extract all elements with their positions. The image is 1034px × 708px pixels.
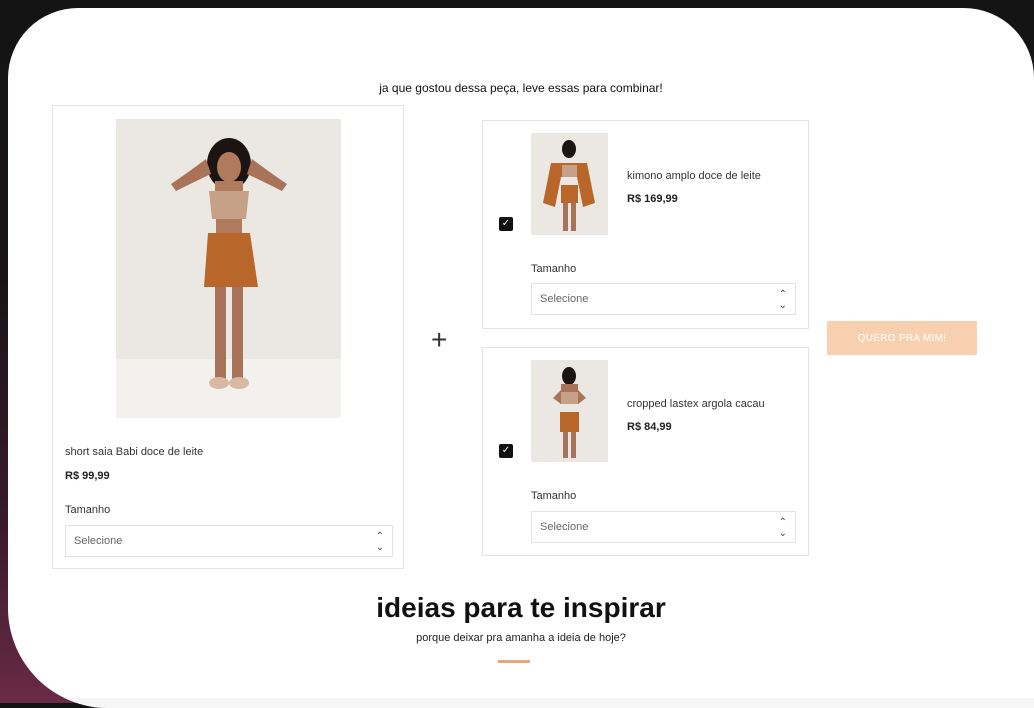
recommendation-2-image[interactable] [531, 360, 608, 462]
inspire-subtitle: porque deixar pra amanha a ideia de hoje… [416, 632, 626, 644]
main-product-image[interactable] [116, 119, 341, 418]
recommendation-2-size-select-value: Selecione [540, 521, 589, 533]
plus-icon: + [431, 324, 448, 355]
recommendation-1-size-label: Tamanho [531, 263, 577, 275]
inspire-divider [498, 660, 530, 663]
select-arrows-icon: ⌃ ⌄ [778, 289, 787, 311]
select-arrows-icon: ⌃ ⌄ [375, 531, 384, 553]
main-size-label: Tamanho [65, 504, 111, 516]
page-card: ja que gostou dessa peça, leve essas par… [8, 8, 1034, 708]
main-size-select-value: Selecione [74, 535, 123, 547]
combo-heading: ja que gostou dessa peça, leve essas par… [379, 81, 663, 95]
recommendation-card-2: ✓ cropped lastex argola cacau R$ 84,99 T… [482, 347, 809, 556]
main-size-select[interactable]: Selecione ⌃ ⌄ [65, 525, 393, 557]
main-product-name[interactable]: short saia Babi doce de leite [65, 446, 203, 458]
recommendation-2-price: R$ 84,99 [627, 421, 672, 433]
recommendation-1-price: R$ 169,99 [627, 193, 678, 205]
bottom-divider [8, 698, 1034, 708]
recommendation-1-image[interactable] [531, 133, 608, 235]
recommendation-1-size-select-value: Selecione [540, 293, 589, 305]
recommendation-2-name[interactable]: cropped lastex argola cacau [627, 398, 765, 410]
main-product-card: short saia Babi doce de leite R$ 99,99 T… [52, 105, 404, 569]
recommendation-1-name[interactable]: kimono amplo doce de leite [627, 170, 761, 182]
buy-combo-button[interactable]: QUERO PRA MIM! [827, 321, 977, 355]
recommendation-2-size-select[interactable]: Selecione ⌃ ⌄ [531, 511, 796, 543]
recommendation-1-checkbox[interactable]: ✓ [499, 217, 513, 231]
recommendation-2-checkbox[interactable]: ✓ [499, 444, 513, 458]
recommendation-card-1: ✓ kimono amplo doce de leite R$ 169,99 T… [482, 120, 809, 329]
inspire-title: ideias para te inspirar [376, 592, 666, 623]
main-product-price: R$ 99,99 [65, 470, 110, 482]
select-arrows-icon: ⌃ ⌄ [778, 517, 787, 539]
recommendation-1-size-select[interactable]: Selecione ⌃ ⌄ [531, 283, 796, 315]
recommendation-2-size-label: Tamanho [531, 490, 577, 502]
